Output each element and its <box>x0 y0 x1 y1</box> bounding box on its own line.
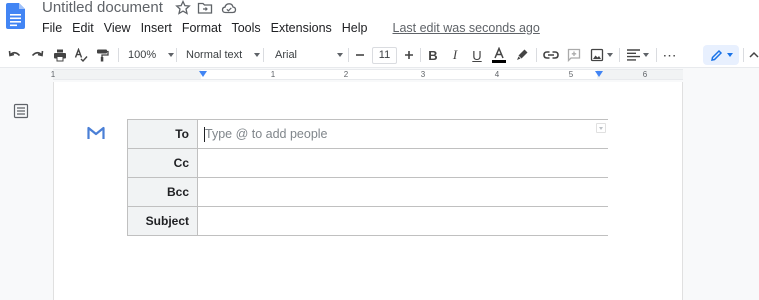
menu-help[interactable]: Help <box>342 20 368 36</box>
left-indent-marker[interactable] <box>199 71 207 77</box>
toolbar-separator <box>263 48 264 62</box>
toolbar-separator <box>536 48 537 62</box>
font-value: Arial <box>275 49 298 61</box>
email-draft-icon <box>87 126 105 139</box>
font-chevron-down-icon <box>337 53 344 57</box>
bcc-row: Bcc <box>128 178 608 207</box>
spellcheck-icon[interactable] <box>72 46 90 64</box>
title-bar: Untitled document File Edit View Insert … <box>0 0 759 42</box>
undo-icon[interactable] <box>6 46 24 64</box>
increase-font-icon[interactable] <box>402 46 416 64</box>
align-chevron-down-icon <box>643 53 649 57</box>
toolbar-separator <box>348 48 349 62</box>
pencil-icon <box>710 49 722 61</box>
italic-icon[interactable]: I <box>447 46 463 64</box>
image-chevron-down-icon <box>606 53 613 57</box>
highlight-icon[interactable] <box>514 46 530 64</box>
bcc-field[interactable] <box>198 178 608 206</box>
underline-icon[interactable]: U <box>469 46 485 64</box>
link-icon[interactable] <box>542 46 560 64</box>
ruler-number: 5 <box>568 70 574 79</box>
editing-mode-button[interactable] <box>703 45 739 65</box>
ruler-number: 2 <box>343 70 349 79</box>
cc-label: Cc <box>128 149 198 177</box>
paragraph-style-value: Normal text <box>186 49 243 61</box>
text-cursor <box>204 127 205 142</box>
document-title[interactable]: Untitled document <box>42 0 163 16</box>
mode-chevron-down-icon <box>726 53 733 57</box>
bcc-label: Bcc <box>128 178 198 206</box>
toolbar-separator <box>420 48 421 62</box>
docs-app: Untitled document File Edit View Insert … <box>0 0 759 300</box>
cc-row: Cc <box>128 149 608 178</box>
email-draft-table: To Type @ to add people Cc Bcc Subject <box>127 119 608 236</box>
redo-icon[interactable] <box>28 46 46 64</box>
menu-file[interactable]: File <box>42 20 62 36</box>
star-icon[interactable] <box>175 0 191 16</box>
comment-icon[interactable] <box>566 46 582 64</box>
document-outline-icon[interactable] <box>13 103 29 119</box>
paint-format-icon[interactable] <box>93 46 111 64</box>
toolbar: 100% Normal text Arial 11 B I U ⋯ <box>0 42 759 68</box>
collapse-toolbar-icon[interactable] <box>748 46 759 64</box>
zoom-chevron-down-icon <box>168 53 175 57</box>
cloud-status-icon[interactable] <box>221 0 237 16</box>
menu-extensions[interactable]: Extensions <box>271 20 332 36</box>
bold-icon[interactable]: B <box>425 46 441 64</box>
cc-field[interactable] <box>198 149 608 177</box>
subject-label: Subject <box>128 207 198 235</box>
to-dropdown-icon[interactable] <box>596 123 606 133</box>
to-label: To <box>128 120 198 148</box>
move-to-folder-icon[interactable] <box>197 0 213 16</box>
toolbar-separator <box>619 48 620 62</box>
subject-field[interactable] <box>198 207 608 235</box>
paragraph-style-select[interactable]: Normal text <box>186 46 261 64</box>
font-size-input[interactable]: 11 <box>372 47 397 64</box>
more-icon[interactable]: ⋯ <box>661 46 679 64</box>
insert-image-icon[interactable] <box>588 46 614 64</box>
ruler-number: 1 <box>50 70 56 79</box>
zoom-value: 100% <box>128 49 157 61</box>
menu-edit[interactable]: Edit <box>72 20 94 36</box>
menu-tools[interactable]: Tools <box>231 20 260 36</box>
menu-format[interactable]: Format <box>182 20 222 36</box>
to-placeholder: Type @ to add people <box>205 127 328 141</box>
menu-bar: File Edit View Insert Format Tools Exten… <box>42 19 540 37</box>
docs-logo-icon[interactable] <box>6 3 25 29</box>
to-field[interactable]: Type @ to add people <box>198 120 608 148</box>
style-chevron-down-icon <box>254 53 261 57</box>
toolbar-separator <box>743 48 744 62</box>
ruler-number: 4 <box>494 70 500 79</box>
right-indent-marker[interactable] <box>595 71 603 77</box>
text-color-icon[interactable] <box>491 46 507 64</box>
toolbar-separator <box>118 48 119 62</box>
ruler-ticks <box>53 74 683 75</box>
ruler[interactable]: 1 1 2 3 4 5 6 <box>50 69 683 80</box>
to-row: To Type @ to add people <box>128 120 608 149</box>
ruler-number: 6 <box>642 70 648 79</box>
last-edit-link[interactable]: Last edit was seconds ago <box>393 20 540 36</box>
align-icon[interactable] <box>625 46 651 64</box>
toolbar-separator <box>656 48 657 62</box>
subject-row: Subject <box>128 207 608 236</box>
zoom-select[interactable]: 100% <box>128 46 175 64</box>
menu-insert[interactable]: Insert <box>141 20 172 36</box>
menu-view[interactable]: View <box>104 20 131 36</box>
decrease-font-icon[interactable] <box>353 46 367 64</box>
print-icon[interactable] <box>51 46 69 64</box>
ruler-number: 3 <box>420 70 426 79</box>
font-select[interactable]: Arial <box>275 46 344 64</box>
toolbar-separator <box>176 48 177 62</box>
ruler-number: 1 <box>270 70 276 79</box>
